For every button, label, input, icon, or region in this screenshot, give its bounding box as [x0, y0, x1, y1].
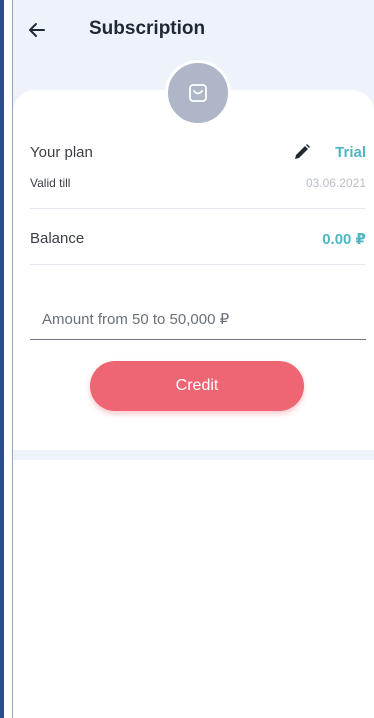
plan-value[interactable]: Trial	[335, 144, 366, 161]
plan-label: Your plan	[30, 144, 93, 161]
plan-avatar	[165, 60, 231, 126]
subscription-screen: Subscription Your plan Trial Valid till …	[13, 0, 374, 718]
valid-row: Valid till 03.06.2021	[30, 174, 366, 194]
back-button[interactable]	[23, 16, 51, 44]
arrow-left-icon	[29, 23, 45, 37]
balance-label: Balance	[30, 230, 85, 247]
valid-label: Valid till	[30, 176, 71, 190]
balance-row: Balance 0.00 ₽	[30, 228, 366, 252]
shopping-bag-icon	[189, 84, 207, 102]
credit-button[interactable]: Credit	[90, 361, 304, 411]
divider	[30, 208, 366, 209]
app-header: Subscription	[13, 0, 374, 64]
edit-plan-button[interactable]	[292, 142, 312, 167]
divider	[30, 264, 366, 265]
pencil-icon	[295, 144, 310, 159]
plan-row: Your plan Trial	[30, 142, 366, 166]
valid-value: 03.06.2021	[305, 176, 366, 190]
page-title: Subscription	[89, 18, 206, 39]
amount-input[interactable]	[30, 300, 366, 340]
balance-value: 0.00 ₽	[322, 231, 366, 248]
window-edge	[0, 0, 4, 718]
app-frame: Subscription Your plan Trial Valid till …	[0, 0, 374, 718]
